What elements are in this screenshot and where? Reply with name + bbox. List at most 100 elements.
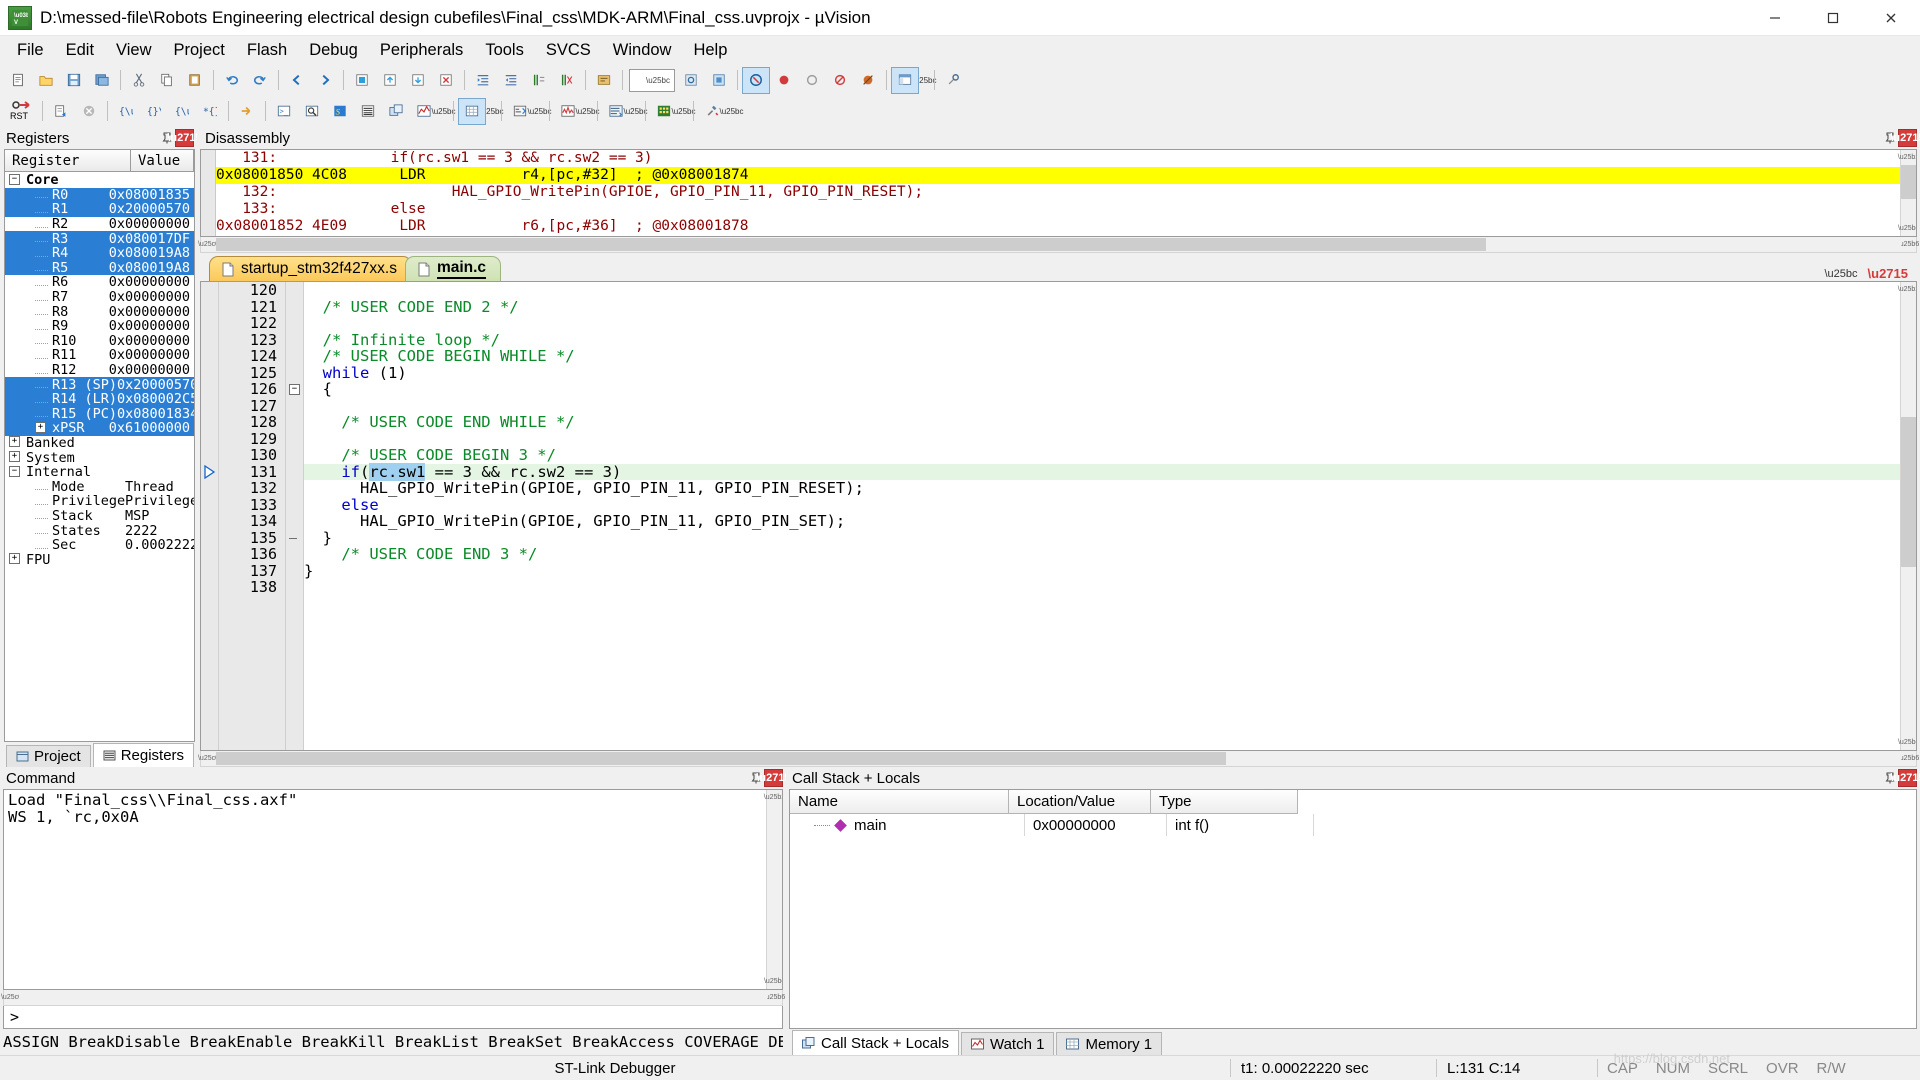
code-line[interactable]: /* USER CODE BEGIN WHILE */ (304, 348, 1900, 365)
registers-row-list[interactable]: − Core R0 0x08001835 R1 0x20000570 R2 0x0000000… (5, 172, 194, 741)
build-icon[interactable] (591, 68, 617, 93)
scroll-thumb[interactable] (216, 238, 1486, 251)
scroll-track[interactable] (1901, 297, 1916, 735)
menu-peripherals[interactable]: Peripherals (369, 37, 474, 64)
breakpoint-slot[interactable] (201, 497, 218, 514)
editor-hscrollbar[interactable]: \u25c0 \u25b6 (198, 751, 1919, 767)
register-row[interactable]: R1 0x20000570 (5, 201, 194, 217)
command-hscrollbar[interactable]: \u25c0 \u25b6 (1, 990, 785, 1006)
code-line[interactable]: { (304, 381, 1900, 398)
disable-breakpoint-icon[interactable] (799, 68, 825, 93)
register-row[interactable]: Sec 0.00022220 (5, 537, 194, 553)
breakpoint-slot[interactable] (201, 365, 218, 382)
code-line[interactable]: if(rc.sw1 == 3 && rc.sw2 == 3) (304, 462, 1900, 481)
breakpoint-slot[interactable] (201, 398, 218, 415)
breakpoint-slot[interactable] (201, 513, 218, 530)
scroll-up-icon[interactable]: \u25b2 (1898, 282, 1916, 297)
register-row[interactable]: − Core (5, 172, 194, 188)
column-header-type[interactable]: Type (1151, 790, 1298, 814)
command-input[interactable]: > (3, 1006, 783, 1029)
breakpoint-slot[interactable] (201, 332, 218, 349)
disassembly-line[interactable]: 132: HAL_GPIO_WritePin(GPIOE, GPIO_PIN_1… (216, 184, 1900, 201)
register-row[interactable]: R6 0x00000000 (5, 274, 194, 290)
menu-view[interactable]: View (105, 37, 162, 64)
serial-window-dropdown-icon[interactable]: \u25bc (527, 99, 551, 124)
scroll-track[interactable] (216, 238, 1901, 251)
register-row[interactable]: R7 0x00000000 (5, 289, 194, 305)
scroll-right-icon[interactable]: \u25b6 (764, 991, 785, 1004)
code-line[interactable] (304, 282, 1900, 299)
scroll-left-icon[interactable]: \u25c0 (1, 991, 22, 1004)
breakpoint-slot[interactable] (201, 299, 218, 316)
kill-all-breakpoints-icon[interactable] (827, 68, 853, 93)
watch-window-dropdown-icon[interactable]: \u25bc (431, 99, 455, 124)
breakpoint-slot[interactable] (201, 447, 218, 464)
register-row[interactable]: R12 0x00000000 (5, 362, 194, 378)
dock-tab-registers[interactable]: Registers (92, 743, 195, 767)
register-row[interactable]: + FPU (5, 552, 194, 568)
trace-window-icon[interactable] (603, 99, 629, 124)
code-line[interactable]: /* USER CODE END 3 */ (304, 546, 1900, 563)
register-row[interactable]: R13 (SP) 0x20000570 (5, 377, 194, 393)
scroll-left-icon[interactable]: \u25c0 (198, 238, 219, 251)
breakpoint-slot[interactable] (201, 563, 218, 580)
save-all-icon[interactable] (89, 68, 115, 93)
editor-tab-startup[interactable]: startup_stm32f427xx.s (209, 256, 412, 281)
analysis-window-dropdown-icon[interactable]: \u25bc (575, 99, 599, 124)
editor-code-area[interactable]: /* USER CODE END 2 */ /* Infinite loop *… (304, 282, 1900, 750)
disassembly-vscrollbar[interactable]: \u25b2 \u25bc (1898, 150, 1916, 236)
code-line[interactable]: while (1) (304, 364, 1900, 382)
column-header-value[interactable]: Value (131, 150, 194, 171)
copy-icon[interactable] (154, 68, 180, 93)
close-icon[interactable]: \u2715 (1868, 266, 1908, 281)
step-into-icon[interactable]: {\u2193} (113, 99, 139, 124)
maximize-button[interactable] (1804, 0, 1862, 35)
menu-edit[interactable]: Edit (55, 37, 105, 64)
code-line[interactable] (304, 431, 1900, 448)
bookmark-clear-icon[interactable] (433, 68, 459, 93)
trace-window-dropdown-icon[interactable]: \u25bc (623, 99, 647, 124)
code-line[interactable]: /* USER CODE END 2 */ (304, 298, 1900, 316)
disassembly-lines[interactable]: 131: if(rc.sw1 == 3 && rc.sw2 == 3) 0x080… (216, 150, 1900, 236)
disassembly-gutter[interactable] (201, 150, 216, 236)
code-line[interactable] (304, 315, 1900, 332)
save-icon[interactable] (61, 68, 87, 93)
register-row[interactable]: R3 0x080017DF (5, 231, 194, 247)
editor-vscrollbar[interactable]: \u25b2 \u25bc (1898, 282, 1916, 750)
indent-icon[interactable] (470, 68, 496, 93)
breakpoint-slot[interactable] (201, 348, 218, 365)
pc-arrow-icon[interactable] (201, 464, 218, 481)
scroll-up-icon[interactable]: \u25b2 (764, 790, 782, 805)
scroll-track[interactable] (19, 991, 767, 1004)
tree-expand-icon[interactable]: + (9, 553, 22, 566)
registers-window-icon[interactable] (355, 99, 381, 124)
configuration-wizard-icon[interactable] (940, 68, 966, 93)
reset-cpu-icon[interactable]: RST (5, 99, 37, 124)
scroll-thumb[interactable] (1901, 417, 1916, 567)
register-row[interactable]: R2 0x00000000 (5, 216, 194, 232)
tree-collapse-icon[interactable]: − (9, 173, 22, 187)
toolbox-dropdown-icon[interactable]: \u25bc (719, 99, 743, 124)
tab-watch-1[interactable]: Watch 1 (960, 1032, 1055, 1055)
code-line[interactable] (304, 579, 1900, 596)
manage-runtime-icon[interactable] (706, 68, 732, 93)
breakpoint-slot[interactable] (201, 414, 218, 431)
toolbox-icon[interactable] (699, 99, 725, 124)
step-over-icon[interactable]: {}\u2192 (141, 99, 167, 124)
tree-expand-icon[interactable]: + (35, 421, 48, 435)
scroll-down-icon[interactable]: \u25bc (1898, 735, 1916, 750)
column-header-register[interactable]: Register (5, 150, 131, 171)
disable-all-breakpoints-icon[interactable] (855, 68, 881, 93)
register-row[interactable]: PrivilegePrivileged (5, 493, 194, 509)
breakpoint-slot[interactable] (201, 546, 218, 563)
disassembly-window-icon[interactable] (299, 99, 325, 124)
callstack-row[interactable]: main 0x00000000 int f() (790, 814, 1916, 836)
code-line[interactable]: } (304, 562, 1900, 580)
symbols-window-icon[interactable]: S (327, 99, 353, 124)
code-line[interactable]: /* USER CODE BEGIN 3 */ (304, 447, 1900, 464)
register-row[interactable]: + xPSR 0x61000000 (5, 420, 194, 436)
command-window-icon[interactable]: >_ (271, 99, 297, 124)
system-viewer-dropdown-icon[interactable]: \u25bc (671, 99, 695, 124)
breakpoint-slot[interactable] (201, 381, 218, 398)
bookmark-next-icon[interactable] (405, 68, 431, 93)
